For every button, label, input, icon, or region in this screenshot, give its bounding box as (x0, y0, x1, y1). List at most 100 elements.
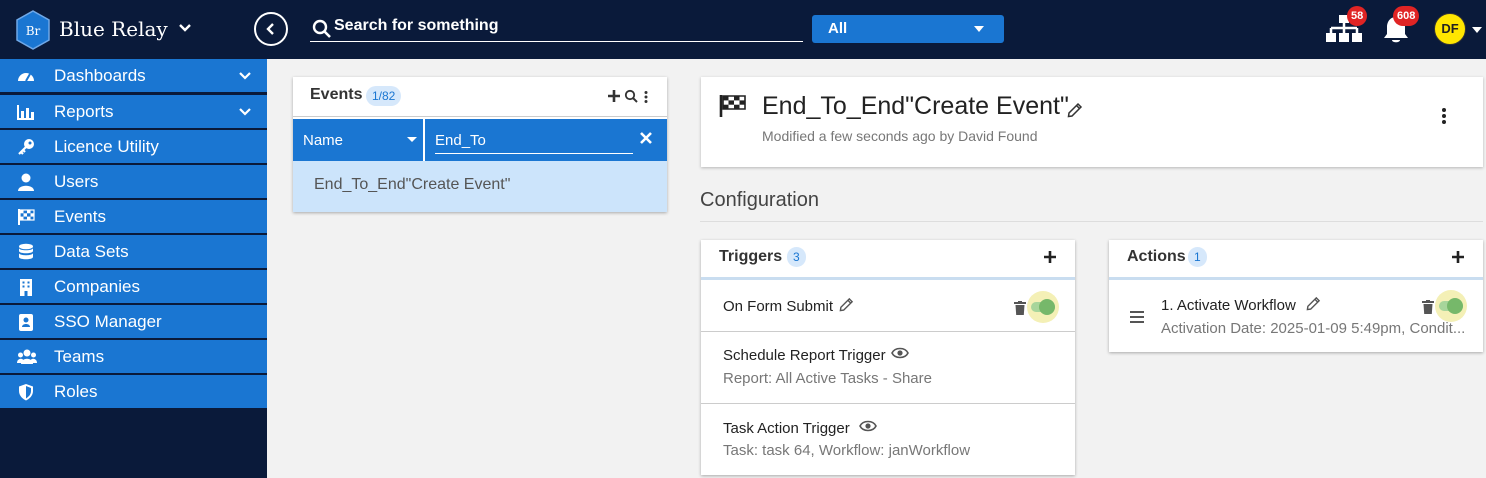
trigger-subtitle: Task: task 64, Workflow: janWorkflow (723, 442, 971, 459)
sidebar-item-data-sets[interactable]: Data Sets (0, 235, 267, 269)
building-icon (20, 279, 32, 296)
search-icon (312, 19, 331, 38)
event-modified-text: Modified a few seconds ago by David Foun… (762, 128, 1038, 144)
close-icon[interactable] (639, 131, 653, 145)
sidebar-item-label: Reports (54, 102, 114, 121)
bar-chart-icon (17, 105, 34, 120)
triggers-panel: Triggers 3 On Form Submit Schedule Repor… (701, 240, 1075, 475)
trigger-row[interactable]: Task Action Trigger Task: task 64, Workf… (701, 404, 1075, 475)
sidebar-item-reports[interactable]: Reports (0, 95, 267, 129)
add-action-button[interactable] (1451, 250, 1465, 264)
hierarchy-badge: 58 (1347, 6, 1368, 26)
event-header-card: End_To_End"Create Event" Modified a few … (701, 77, 1483, 167)
add-trigger-button[interactable] (1043, 250, 1057, 264)
trash-icon[interactable] (1422, 300, 1434, 314)
filter-field-value: Name (303, 132, 344, 149)
triggers-count-badge: 3 (787, 247, 806, 267)
user-icon (18, 173, 34, 191)
sidebar-item-roles[interactable]: Roles (0, 375, 267, 409)
gauge-icon (18, 73, 34, 82)
sidebar-item-companies[interactable]: Companies (0, 270, 267, 304)
action-enabled-toggle[interactable] (1435, 290, 1467, 322)
event-title: End_To_End"Create Event" (762, 92, 1069, 120)
pencil-icon[interactable] (839, 297, 854, 312)
search-scope-select[interactable]: All (812, 15, 1004, 43)
top-bar: Br Blue Relay All 58 608 DF (0, 0, 1486, 59)
sidebar: Dashboards Reports Licence Utility Users (0, 59, 267, 478)
sidebar-item-licence-utility[interactable]: Licence Utility (0, 130, 267, 164)
search-icon[interactable] (624, 89, 638, 103)
triggers-title: Triggers (719, 248, 783, 265)
sidebar-item-label: Roles (54, 382, 98, 401)
sidebar-item-dashboards[interactable]: Dashboards (0, 59, 267, 93)
events-panel: Events 1/82 Name End_To_End"Create Event… (293, 77, 667, 212)
eye-icon[interactable] (859, 420, 877, 432)
triggers-panel-header: Triggers 3 (701, 240, 1075, 280)
checkered-flag-icon (719, 95, 746, 117)
key-icon (18, 139, 34, 155)
actions-panel: Actions 1 1. Activate Workflow Activatio… (1109, 240, 1483, 352)
trigger-row[interactable]: Schedule Report Trigger Report: All Acti… (701, 332, 1075, 404)
filter-field-select[interactable]: Name (293, 119, 425, 161)
sidebar-item-label: SSO Manager (54, 312, 162, 331)
divider (700, 221, 1483, 222)
trigger-title: On Form Submit (723, 298, 834, 315)
events-panel-title: Events (310, 86, 363, 103)
action-subtitle: Activation Date: 2025-01-09 5:49pm, Cond… (1161, 320, 1466, 337)
search-scope-value: All (828, 20, 848, 37)
events-count-badge: 1/82 (366, 86, 402, 106)
sidebar-item-sso-manager[interactable]: SSO Manager (0, 305, 267, 339)
id-badge-icon (19, 314, 33, 331)
database-icon (19, 243, 33, 260)
search-input[interactable] (334, 15, 799, 37)
sidebar-item-label: Licence Utility (54, 137, 159, 156)
users-icon (17, 349, 37, 364)
more-vertical-icon[interactable] (1441, 107, 1447, 125)
pencil-icon[interactable] (1306, 296, 1321, 311)
pencil-icon[interactable] (1067, 102, 1083, 118)
plus-icon[interactable] (607, 89, 621, 103)
action-row[interactable]: 1. Activate Workflow Activation Date: 20… (1109, 283, 1483, 352)
action-title: 1. Activate Workflow (1161, 297, 1296, 314)
brand-name[interactable]: Blue Relay (59, 17, 168, 41)
more-vertical-icon[interactable] (643, 90, 649, 104)
list-item[interactable]: End_To_End"Create Event" (293, 161, 667, 212)
chevron-down-icon (239, 72, 251, 80)
sidebar-item-label: Events (54, 207, 106, 226)
eye-icon[interactable] (891, 347, 909, 359)
global-search (310, 12, 803, 42)
sidebar-item-label: Users (54, 172, 99, 191)
drag-handle-icon[interactable] (1130, 311, 1144, 323)
toggle-knob (1447, 298, 1463, 314)
toggle-knob (1039, 299, 1055, 315)
user-avatar[interactable]: DF (1434, 13, 1466, 45)
notifications-badge: 608 (1393, 6, 1420, 26)
sidebar-item-label: Teams (54, 347, 105, 366)
sidebar-item-events[interactable]: Events (0, 200, 267, 234)
events-filter-row: Name (293, 119, 667, 161)
events-panel-header: Events 1/82 (293, 77, 667, 117)
trigger-row[interactable]: On Form Submit (701, 283, 1075, 332)
sidebar-item-label: Dashboards (54, 66, 146, 85)
collapse-sidebar-button[interactable] (254, 12, 288, 46)
chevron-left-icon (266, 23, 274, 35)
shield-icon (19, 384, 33, 401)
chevron-down-icon (239, 108, 251, 116)
sidebar-item-users[interactable]: Users (0, 165, 267, 199)
caret-down-icon (407, 137, 417, 142)
trigger-title: Task Action Trigger (723, 420, 850, 437)
caret-down-icon[interactable] (1472, 27, 1482, 33)
sidebar-item-teams[interactable]: Teams (0, 340, 267, 374)
sidebar-item-label: Data Sets (54, 242, 129, 261)
checkered-flag-icon (18, 209, 35, 225)
chevron-down-icon[interactable] (177, 20, 193, 36)
trigger-enabled-toggle[interactable] (1027, 291, 1059, 323)
configuration-heading: Configuration (700, 189, 819, 211)
filter-value-input[interactable] (435, 128, 633, 154)
sidebar-item-label: Companies (54, 277, 140, 296)
blue-relay-logo[interactable]: Br (15, 10, 51, 50)
trigger-title: Schedule Report Trigger (723, 347, 886, 364)
actions-title: Actions (1127, 248, 1186, 265)
trash-icon[interactable] (1014, 301, 1026, 315)
caret-down-icon (974, 26, 984, 32)
